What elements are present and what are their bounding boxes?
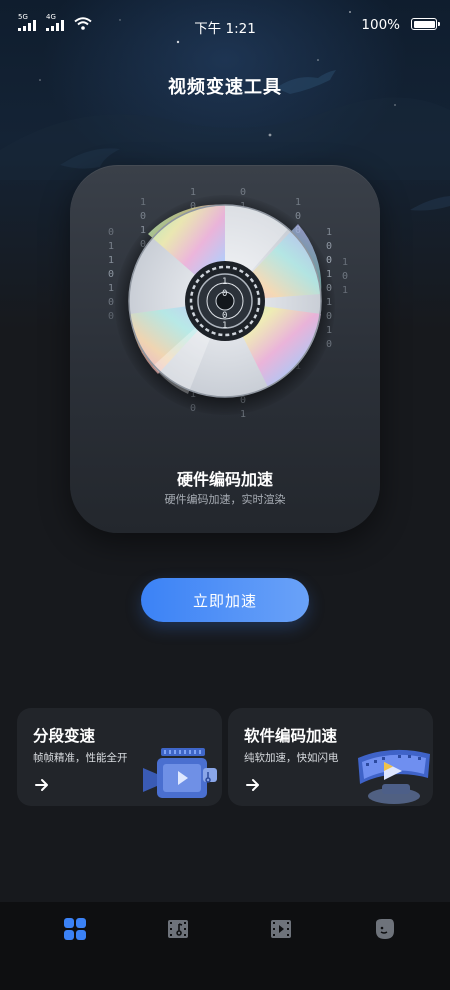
svg-text:1: 1 xyxy=(108,241,114,252)
face-icon xyxy=(376,919,394,939)
arrow-right-icon[interactable] xyxy=(244,776,262,794)
accelerate-now-button[interactable]: 立即加速 xyxy=(141,578,309,622)
feature-card-segment-speed[interactable]: 分段变速 帧帧精准，性能全开 xyxy=(17,708,222,806)
svg-text:1: 1 xyxy=(222,321,227,331)
battery-percent: 100% xyxy=(361,17,400,33)
svg-text:0: 0 xyxy=(108,311,114,322)
hero-title: 硬件编码加速 xyxy=(176,470,273,489)
svg-text:1: 1 xyxy=(342,257,348,268)
svg-text:1: 1 xyxy=(326,227,332,238)
svg-text:0: 0 xyxy=(326,241,332,252)
bottom-tab-bar xyxy=(0,902,450,990)
svg-text:1: 1 xyxy=(190,187,196,198)
cd-disc-icon: 1001 xyxy=(128,204,322,398)
feature-title: 软件编码加速 xyxy=(244,727,338,745)
svg-text:0: 0 xyxy=(108,269,114,280)
svg-text:1: 1 xyxy=(342,285,348,296)
tab-home[interactable] xyxy=(62,916,88,942)
svg-text:0: 0 xyxy=(108,227,114,238)
hero-subtitle: 硬件编码加速，实时渲染 xyxy=(164,493,286,506)
feature-subtitle: 帧帧精准，性能全开 xyxy=(33,752,128,764)
svg-text:1: 1 xyxy=(108,255,114,266)
film-reel-icon xyxy=(358,749,430,804)
page-title: 视频变速工具 xyxy=(168,77,282,98)
svg-text:0: 0 xyxy=(222,289,227,299)
video-camera-icon xyxy=(143,748,217,798)
feature-title: 分段变速 xyxy=(33,727,96,745)
svg-text:1: 1 xyxy=(222,277,227,287)
status-bar: 5G 4G 下午 1:21 100% xyxy=(0,0,450,50)
tab-audio-video[interactable] xyxy=(165,916,191,942)
grid-icon xyxy=(64,918,86,940)
svg-text:0: 0 xyxy=(222,311,227,321)
battery-icon xyxy=(411,18,440,30)
film-music-icon xyxy=(168,920,188,938)
svg-text:1: 1 xyxy=(108,283,114,294)
svg-text:0: 0 xyxy=(342,271,348,282)
tab-profile[interactable] xyxy=(371,916,397,942)
tab-video[interactable] xyxy=(268,916,294,942)
feature-card-software-encode[interactable]: 软件编码加速 纯软加速，快如闪电 xyxy=(228,708,433,806)
svg-text:0: 0 xyxy=(108,297,114,308)
arrow-right-icon[interactable] xyxy=(33,776,51,794)
feature-subtitle: 纯软加速，快如闪电 xyxy=(244,752,339,764)
film-play-icon xyxy=(271,920,291,938)
